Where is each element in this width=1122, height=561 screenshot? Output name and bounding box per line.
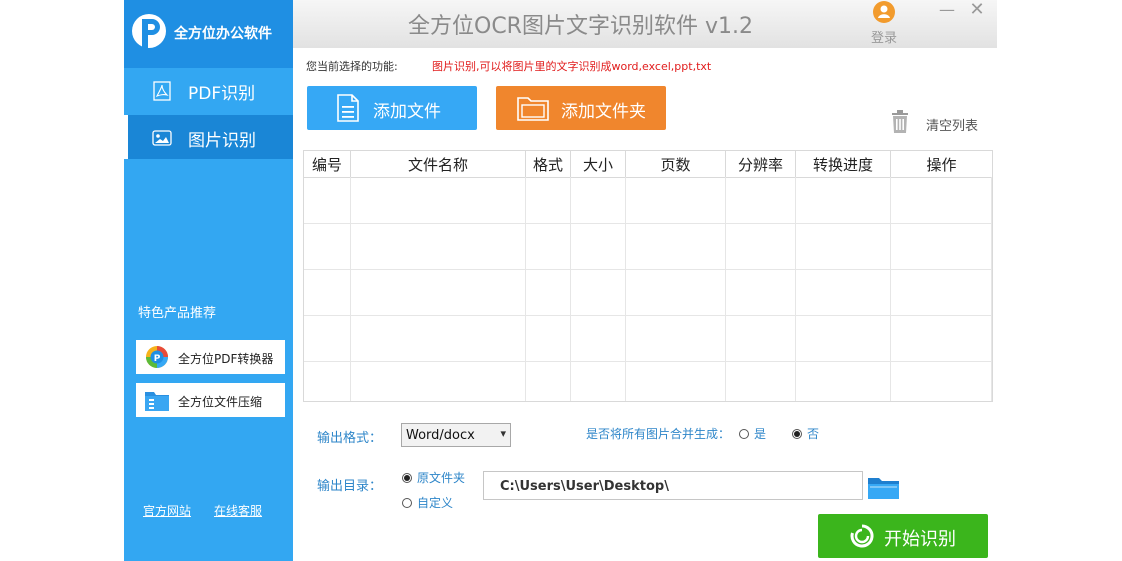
grid-line xyxy=(304,315,992,316)
column-header-format: 格式 xyxy=(526,151,571,177)
column-header-resolution: 分辨率 xyxy=(726,151,796,177)
svg-text:P: P xyxy=(154,354,161,364)
radio-label: 否 xyxy=(807,427,820,441)
user-avatar-icon xyxy=(873,1,895,23)
grid-line xyxy=(795,177,796,401)
minimize-icon[interactable]: — xyxy=(939,2,955,18)
merge-no-radio[interactable]: 否 xyxy=(792,425,819,442)
login-label: 登录 xyxy=(870,31,897,46)
document-icon xyxy=(337,94,359,122)
product-label: 全方位文件压缩 xyxy=(178,395,263,409)
output-directory-label: 输出目录： xyxy=(317,479,383,494)
pdf-converter-logo: P xyxy=(146,346,168,368)
start-label: 开始识别 xyxy=(884,529,956,550)
column-header-index: 编号 xyxy=(304,151,351,177)
browse-folder-icon[interactable] xyxy=(867,475,900,500)
image-icon xyxy=(152,130,172,146)
add-file-label: 添加文件 xyxy=(373,102,441,122)
grid-line xyxy=(304,269,992,270)
sidebar: 全方位办公软件 PDF识别 图片识别 特色产品推荐 P 全方位PDF转换器 全方… xyxy=(124,0,293,561)
output-path-field[interactable]: C:\Users\User\Desktop\ xyxy=(483,471,863,500)
column-header-filename: 文件名称 xyxy=(351,151,526,177)
file-compress-logo xyxy=(145,392,169,411)
radio-label: 是 xyxy=(754,427,767,441)
refresh-icon xyxy=(850,524,874,548)
file-table: 编号 文件名称 格式 大小 页数 分辨率 转换进度 操作 xyxy=(303,150,993,402)
grid-line xyxy=(304,223,992,224)
grid-line xyxy=(991,177,992,401)
chevron-down-icon: ▾ xyxy=(500,427,506,440)
merge-question-label: 是否将所有图片合并生成： xyxy=(586,427,731,441)
grid-line xyxy=(625,177,626,401)
column-header-size: 大小 xyxy=(571,151,626,177)
add-folder-label: 添加文件夹 xyxy=(561,102,646,122)
clear-list-label: 清空列表 xyxy=(926,119,979,134)
folder-icon xyxy=(517,97,549,121)
online-support-link[interactable]: 在线客服 xyxy=(214,502,262,519)
brand-logo: 全方位办公软件 xyxy=(124,0,293,68)
app-window: 全方位办公软件 PDF识别 图片识别 特色产品推荐 P 全方位PDF转换器 全方… xyxy=(124,0,997,561)
close-icon[interactable]: ✕ xyxy=(969,1,985,19)
column-header-progress: 转换进度 xyxy=(796,151,891,177)
product-label: 全方位PDF转换器 xyxy=(178,352,274,366)
product-file-compress[interactable]: 全方位文件压缩 xyxy=(136,383,285,417)
app-title: 全方位OCR图片文字识别软件 v1.2 xyxy=(408,14,753,39)
add-folder-button[interactable]: 添加文件夹 xyxy=(496,86,666,130)
grid-line xyxy=(350,177,351,401)
sidebar-item-image[interactable]: 图片识别 xyxy=(124,115,293,159)
column-header-action: 操作 xyxy=(926,156,957,174)
radio-checked xyxy=(402,473,412,483)
login-button[interactable]: 登录 xyxy=(866,1,902,46)
clear-list-button[interactable]: 清空列表 xyxy=(890,110,990,136)
official-site-link[interactable]: 官方网站 xyxy=(143,502,191,519)
grid-line xyxy=(570,177,571,401)
radio-unchecked xyxy=(402,498,412,508)
merge-yes-radio[interactable]: 是 xyxy=(739,425,766,442)
trash-icon xyxy=(892,110,908,133)
product-pdf-converter[interactable]: P 全方位PDF转换器 xyxy=(136,340,285,374)
output-dir-original-radio[interactable]: 原文件夹 xyxy=(402,469,465,486)
featured-products-title: 特色产品推荐 xyxy=(138,306,217,321)
title-bar: 全方位OCR图片文字识别软件 v1.2 登录 — ✕ xyxy=(293,0,997,48)
sidebar-item-label: PDF识别 xyxy=(188,84,256,104)
current-function-description: 图片识别,可以将图片里的文字识别成word,excel,ppt,txt xyxy=(432,60,712,73)
brand-name: 全方位办公软件 xyxy=(174,26,272,42)
column-header-pages: 页数 xyxy=(626,151,726,177)
grid-line xyxy=(525,177,526,401)
radio-label: 自定义 xyxy=(417,496,454,510)
output-dir-custom-radio[interactable]: 自定义 xyxy=(402,494,453,511)
grid-line xyxy=(890,177,891,401)
add-file-button[interactable]: 添加文件 xyxy=(307,86,477,130)
radio-unchecked xyxy=(739,429,749,439)
sidebar-item-pdf[interactable]: PDF识别 xyxy=(124,68,293,112)
table-header: 编号 文件名称 格式 大小 页数 分辨率 转换进度 操作 xyxy=(304,151,992,178)
grid-line xyxy=(304,361,992,362)
grid-line xyxy=(725,177,726,401)
radio-checked xyxy=(792,429,802,439)
current-function-label: 您当前选择的功能: xyxy=(306,60,398,73)
radio-label: 原文件夹 xyxy=(417,471,466,485)
output-format-select[interactable]: Word/docx ▾ xyxy=(401,423,511,447)
pdf-icon xyxy=(153,81,171,101)
sidebar-item-label: 图片识别 xyxy=(188,131,256,151)
output-format-value: Word/docx xyxy=(406,428,475,443)
start-recognition-button[interactable]: 开始识别 xyxy=(818,514,988,558)
output-format-label: 输出格式： xyxy=(317,431,383,446)
brand-logo-icon xyxy=(132,14,166,49)
